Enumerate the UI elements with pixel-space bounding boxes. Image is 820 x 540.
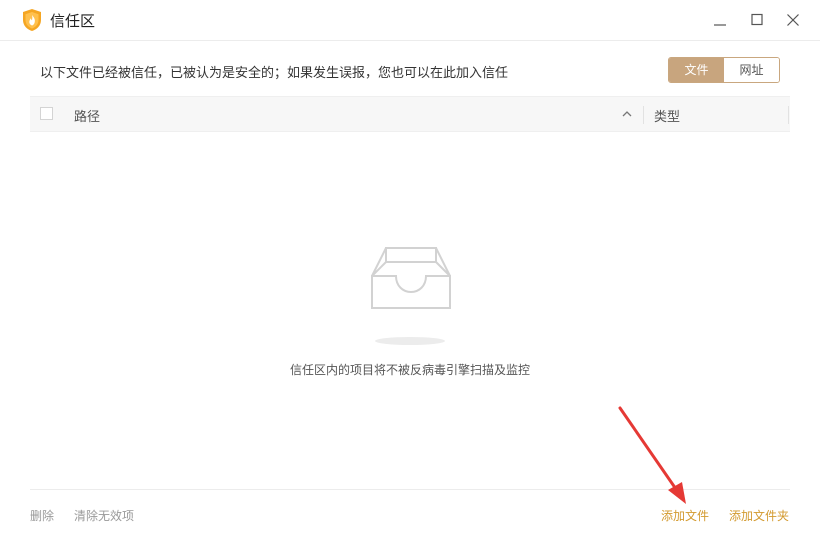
chevron-up-icon[interactable] xyxy=(620,107,634,121)
maximize-button[interactable] xyxy=(745,8,769,32)
minimize-button[interactable] xyxy=(708,8,732,32)
info-description: 以下文件已经被信任，已被认为是安全的；如果发生误报，您也可以在此加入信任 xyxy=(40,66,509,81)
tab-url[interactable]: 网址 xyxy=(724,58,779,82)
type-segmented-control: 文件 网址 xyxy=(668,57,780,83)
close-button[interactable] xyxy=(781,8,805,32)
minimize-icon xyxy=(714,24,726,26)
column-divider[interactable] xyxy=(788,106,789,124)
clear-invalid-button[interactable]: 清除无效项 xyxy=(74,507,134,524)
footer-divider xyxy=(30,489,790,490)
table-header: 路径 类型 xyxy=(30,96,790,132)
column-header-type[interactable]: 类型 xyxy=(654,106,680,125)
delete-button[interactable]: 删除 xyxy=(30,507,54,524)
column-divider[interactable] xyxy=(643,106,644,124)
maximize-icon xyxy=(751,13,763,26)
add-folder-button[interactable]: 添加文件夹 xyxy=(729,507,789,524)
empty-state-message: 信任区内的项目将不被反病毒引擎扫描及监控 xyxy=(289,363,530,377)
empty-tray-icon xyxy=(371,247,451,345)
close-icon xyxy=(787,14,799,26)
window-title: 信任区 xyxy=(50,12,96,30)
trust-zone-window: 信任区 以下文件已经被信任，已被认为是安全的；如果发生误报，您也可以在此加入信任… xyxy=(0,0,820,540)
tab-file[interactable]: 文件 xyxy=(669,58,724,82)
annotation-arrow-icon xyxy=(618,406,686,504)
column-header-path[interactable]: 路径 xyxy=(74,106,100,125)
select-all-checkbox[interactable] xyxy=(40,107,53,120)
add-file-button[interactable]: 添加文件 xyxy=(661,507,709,524)
title-bar[interactable]: 信任区 xyxy=(0,0,820,41)
shield-flame-logo-icon xyxy=(23,9,41,31)
